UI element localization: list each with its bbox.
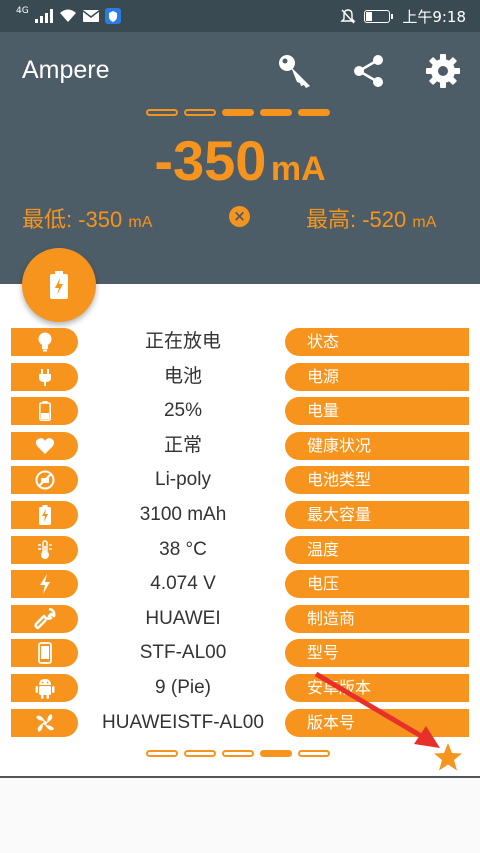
row-label: 最大容量 <box>285 501 469 529</box>
info-row: 4.074 V 电压 <box>0 570 480 599</box>
info-row: 电池 电源 <box>0 362 480 391</box>
settings-gear-icon[interactable] <box>424 52 462 90</box>
row-label: 电量 <box>285 397 469 426</box>
page-dot[interactable] <box>222 109 254 116</box>
signal-icon <box>34 9 53 23</box>
thermometer-icon <box>11 535 78 564</box>
page-dot[interactable] <box>146 750 178 757</box>
row-label: 制造商 <box>285 604 469 633</box>
page-dot[interactable] <box>260 750 292 757</box>
mail-icon <box>82 10 99 22</box>
row-value: HUAWEISTF-AL00 <box>102 711 264 733</box>
fan-icon <box>11 708 78 737</box>
bottom-page-indicator[interactable] <box>146 750 330 757</box>
current-reading: -350 mA <box>0 128 480 193</box>
max-label: 最高: -520 <box>306 207 407 232</box>
top-page-indicator[interactable] <box>146 109 330 116</box>
info-row: 38 °C 温度 <box>0 535 480 564</box>
min-reading: 最低: -350 mA <box>22 202 152 234</box>
network-label: 4G <box>16 6 29 16</box>
current-unit: mA <box>270 150 326 188</box>
info-row: 3100 mAh 最大容量 <box>0 501 480 529</box>
row-label: 健康状况 <box>285 431 469 460</box>
lightbulb-icon <box>11 328 78 356</box>
status-left: 4G <box>16 6 121 25</box>
bolt-icon <box>11 570 78 599</box>
shield-icon <box>104 8 121 24</box>
bottom-area <box>0 778 480 853</box>
page-dot[interactable] <box>184 750 216 757</box>
page-dot[interactable] <box>298 109 330 116</box>
share-icon[interactable] <box>350 52 388 90</box>
info-row: Li-poly 电池类型 <box>0 466 480 495</box>
wrench-icon <box>11 604 78 633</box>
battery-icon <box>364 9 394 23</box>
row-label: 电源 <box>285 362 469 391</box>
wifi-icon <box>59 9 76 22</box>
info-row: STF-AL00 型号 <box>0 639 480 668</box>
row-value: Li-poly <box>155 469 211 491</box>
row-value: 正在放电 <box>144 331 221 352</box>
heart-icon <box>11 431 78 460</box>
battery-fab-button[interactable] <box>22 248 96 322</box>
status-right: 上午9:18 <box>340 7 466 26</box>
android-icon <box>11 674 78 702</box>
row-value: 正常 <box>163 434 202 456</box>
reset-button[interactable]: × <box>229 206 250 227</box>
page-dot[interactable] <box>222 750 254 757</box>
min-label: 最低: -350 <box>22 207 123 232</box>
battery-type-icon <box>11 466 78 495</box>
clock: 上午9:18 <box>402 7 466 26</box>
app-title: Ampere <box>22 56 110 84</box>
info-row: 25% 电量 <box>0 397 480 426</box>
status-bar: 4G 上午9:18 <box>0 0 480 32</box>
charging-battery-icon <box>50 271 68 299</box>
plug-icon <box>11 362 78 391</box>
max-unit: mA <box>412 214 437 231</box>
row-label: 状态 <box>285 328 469 356</box>
row-value: 9 (Pie) <box>155 677 211 698</box>
row-value: 38 °C <box>159 538 207 560</box>
row-label: 电池类型 <box>285 466 469 495</box>
row-label: 温度 <box>285 535 469 564</box>
row-value: STF-AL00 <box>139 642 227 664</box>
row-label: 型号 <box>285 639 469 668</box>
row-value: 4.074 V <box>150 573 216 595</box>
star-rate-icon[interactable] <box>433 742 463 772</box>
info-row: 正常 健康状况 <box>0 431 480 460</box>
row-value: 25% <box>163 400 203 422</box>
current-value: -350 <box>154 129 267 192</box>
row-value: 3100 mAh <box>139 504 227 525</box>
page-dot[interactable] <box>146 109 178 116</box>
header-panel: Ampere -350 mA 最低: -350 mA × 最高: -520 mA <box>0 32 480 284</box>
page-dot[interactable] <box>260 109 292 116</box>
max-reading: 最高: -520 mA <box>306 202 436 234</box>
row-value: HUAWEI <box>145 607 221 629</box>
info-row: HUAWEI 制造商 <box>0 604 480 633</box>
battery-capacity-icon <box>11 501 78 529</box>
key-icon[interactable] <box>276 52 314 90</box>
annotation-arrow <box>314 671 440 748</box>
phone-icon <box>11 639 78 668</box>
page-dot[interactable] <box>184 109 216 116</box>
mute-bell-icon <box>340 9 357 24</box>
info-row: 正在放电 状态 <box>0 328 480 356</box>
row-label: 电压 <box>285 570 469 599</box>
min-unit: mA <box>128 214 153 231</box>
battery-level-icon <box>11 397 78 426</box>
row-value: 电池 <box>163 365 202 387</box>
